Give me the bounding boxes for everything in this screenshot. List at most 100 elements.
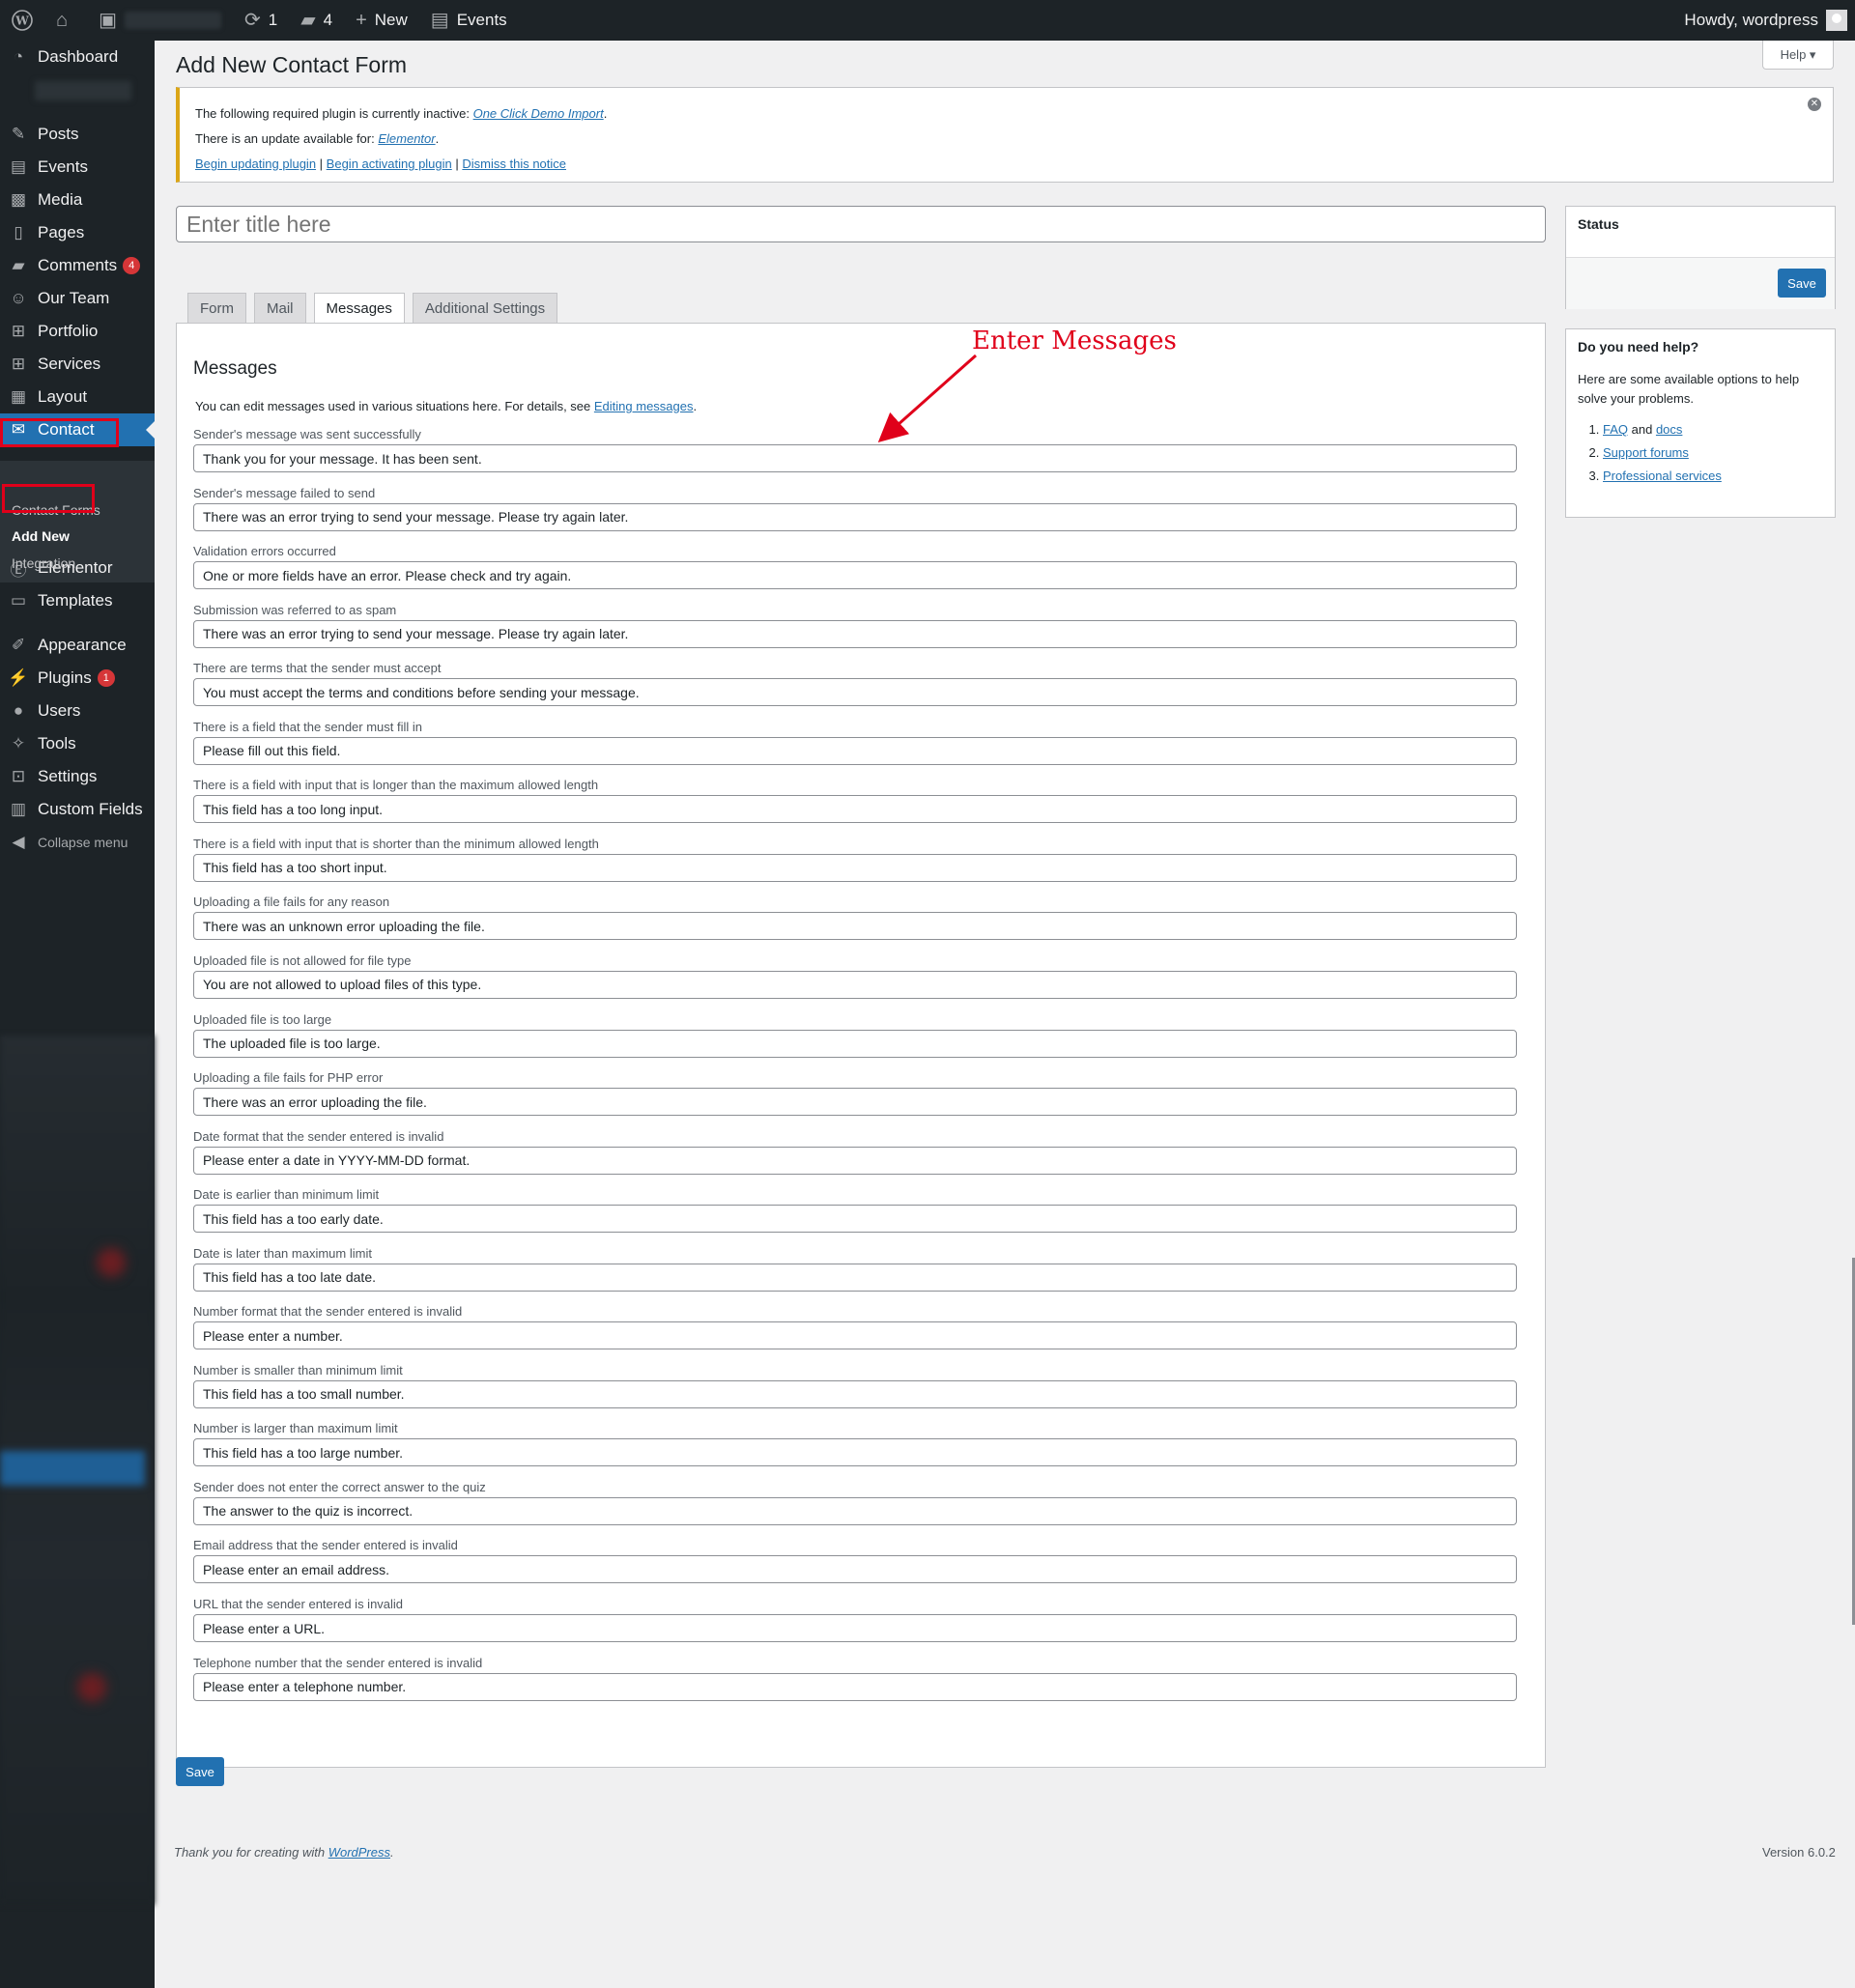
svg-text:W: W: [14, 14, 29, 28]
message-input[interactable]: [193, 678, 1517, 707]
sidebar-item-appearance[interactable]: ✐ Appearance: [0, 629, 155, 662]
wordpress-link[interactable]: WordPress: [328, 1845, 390, 1860]
brush-icon: ✐: [11, 636, 26, 654]
message-label: There are terms that the sender must acc…: [193, 661, 442, 676]
message-label: Date format that the sender entered is i…: [193, 1128, 444, 1144]
message-label: Number is larger than maximum limit: [193, 1421, 398, 1436]
message-input[interactable]: [193, 1614, 1517, 1642]
message-input[interactable]: [193, 970, 1517, 999]
sidebar-item-tools[interactable]: ✧ Tools: [0, 727, 155, 760]
message-input[interactable]: [193, 795, 1517, 824]
message-input[interactable]: [193, 1205, 1517, 1234]
events-link[interactable]: ▤ Events: [419, 0, 519, 41]
title-input[interactable]: [176, 206, 1546, 242]
sidebar-item-plugins[interactable]: ⚡ Plugins 1: [0, 662, 155, 695]
tab-messages[interactable]: Messages: [313, 293, 405, 325]
message-input[interactable]: [193, 1438, 1517, 1467]
sidebar-item-templates[interactable]: ▭ Templates: [0, 584, 155, 617]
sidebar-item-custom-fields[interactable]: ▥ Custom Fields: [0, 793, 155, 826]
message-input[interactable]: [193, 1263, 1517, 1292]
submenu-item-integration[interactable]: Integration: [12, 555, 75, 571]
help-button[interactable]: Help ▾: [1762, 41, 1834, 70]
close-icon[interactable]: ✕: [1808, 98, 1821, 111]
submenu-item-add-new[interactable]: Add New: [12, 528, 70, 544]
sidebar-item-portfolio[interactable]: ⊞ Portfolio: [0, 315, 155, 348]
count-badge: 1: [97, 669, 115, 687]
elementor-link[interactable]: Elementor: [378, 131, 435, 146]
message-input[interactable]: [193, 1146, 1517, 1175]
message-input[interactable]: [193, 561, 1517, 590]
message-input[interactable]: [193, 1496, 1517, 1525]
faq-link[interactable]: FAQ: [1603, 422, 1628, 437]
sidebar-item-settings[interactable]: ⊡ Settings: [0, 760, 155, 793]
tab-mail[interactable]: Mail: [254, 293, 306, 324]
professional-services-link[interactable]: Professional services: [1603, 469, 1722, 483]
site-home-link[interactable]: ⌂: [44, 0, 87, 41]
sidebar-item-label: Pages: [38, 223, 85, 241]
message-input[interactable]: [193, 1321, 1517, 1350]
sidebar-item-label: Appearance: [38, 636, 127, 654]
sidebar-item-comments[interactable]: ▰ Comments 4: [0, 249, 155, 282]
messages-intro: You can edit messages used in various si…: [195, 399, 698, 413]
support-forums-link[interactable]: Support forums: [1603, 445, 1689, 460]
message-input[interactable]: [193, 1029, 1517, 1058]
message-input[interactable]: [193, 912, 1517, 941]
sidebar-item-events[interactable]: ▤ Events: [0, 151, 155, 184]
tab-additional-settings[interactable]: Additional Settings: [412, 293, 558, 324]
message-input[interactable]: [193, 619, 1517, 648]
save-button[interactable]: Save: [1778, 269, 1826, 298]
message-input[interactable]: [193, 1672, 1517, 1701]
footer-text: Thank you for creating with: [174, 1845, 328, 1860]
message-input[interactable]: [193, 1379, 1517, 1408]
message-label: Uploaded file is not allowed for file ty…: [193, 952, 412, 968]
tab-form[interactable]: Form: [187, 293, 246, 324]
docs-link[interactable]: docs: [1656, 422, 1682, 437]
bottom-save-button[interactable]: Save: [176, 1757, 224, 1786]
editing-messages-link[interactable]: Editing messages: [594, 399, 694, 413]
sidebar-item-pages[interactable]: ▯ Pages: [0, 216, 155, 249]
sidebar-item-media[interactable]: ▩ Media: [0, 184, 155, 216]
wordpress-logo-icon[interactable]: W: [0, 0, 44, 41]
sidebar-item-users[interactable]: ● Users: [0, 695, 155, 727]
media-icon: ▩: [10, 190, 27, 209]
pin-icon: ✎: [11, 125, 26, 143]
sidebar-item-label: Our Team: [38, 289, 110, 307]
sidebar-item-label: Collapse menu: [38, 835, 128, 850]
message-input[interactable]: [193, 736, 1517, 765]
message-label: URL that the sender entered is invalid: [193, 1597, 404, 1611]
notice-line-1: The following required plugin is current…: [195, 106, 608, 121]
sidebar-item-services[interactable]: ⊞ Services: [0, 348, 155, 381]
begin-activating-link[interactable]: Begin activating plugin: [327, 156, 452, 171]
comments-link[interactable]: ▰ 4: [289, 0, 344, 41]
sidebar-item-dashboard[interactable]: ◔ Dashboard: [0, 41, 155, 73]
sidebar-item-label: Portfolio: [38, 322, 99, 340]
message-label: Date is later than maximum limit: [193, 1245, 372, 1261]
one-click-demo-import-link[interactable]: One Click Demo Import: [473, 106, 604, 121]
dismiss-notice-link[interactable]: Dismiss this notice: [462, 156, 566, 171]
sidebar-item-label: Tools: [38, 734, 76, 753]
message-input[interactable]: [193, 502, 1517, 531]
sidebar-item-posts[interactable]: ✎ Posts: [0, 118, 155, 151]
sidebar-item-our-team[interactable]: ☺ Our Team: [0, 282, 155, 315]
new-content-link[interactable]: + New: [344, 0, 419, 41]
sidebar-item-layout[interactable]: ▦ Layout: [0, 381, 155, 413]
customize-link[interactable]: ▣: [87, 0, 233, 41]
layout-icon: ▦: [10, 387, 27, 406]
sidebar-item-collapse-menu[interactable]: ◀ Collapse menu: [0, 826, 155, 859]
message-input[interactable]: [193, 1555, 1517, 1584]
my-account-link[interactable]: Howdy, wordpress: [1672, 0, 1855, 41]
home-icon: ⌂: [56, 10, 69, 31]
plugin-icon: ⚡: [8, 668, 29, 687]
updates-link[interactable]: ⟳ 1: [233, 0, 289, 41]
message-input[interactable]: [193, 853, 1517, 882]
message-label: Email address that the sender entered is…: [193, 1538, 458, 1553]
message-input[interactable]: [193, 1088, 1517, 1117]
message-label: There is a field that the sender must fi…: [193, 719, 423, 734]
message-input[interactable]: [193, 444, 1517, 472]
admin-bar: W ⌂ ▣ ⟳ 1 ▰ 4 + New ▤ Events Howdy, word…: [0, 0, 1855, 41]
calendar-icon: ▤: [10, 157, 27, 176]
highlight-add-new-box: [2, 484, 95, 513]
begin-updating-link[interactable]: Begin updating plugin: [195, 156, 316, 171]
sidebar-item-label: Events: [38, 157, 88, 176]
list-item: Professional services: [1603, 465, 1835, 488]
